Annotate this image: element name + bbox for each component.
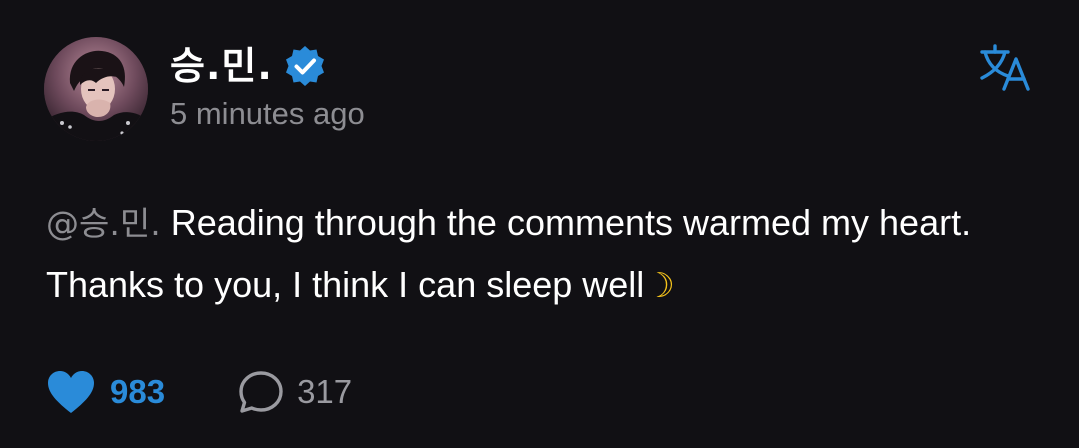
heart-icon [46, 369, 96, 415]
reply-button[interactable]: 317 [237, 368, 352, 416]
post-timestamp: 5 minutes ago [170, 96, 365, 131]
post-text: Reading through the comments warmed my h… [46, 202, 972, 305]
avatar[interactable] [44, 37, 148, 141]
like-button[interactable]: 983 [46, 369, 165, 415]
author-name[interactable]: 승.민. [170, 40, 273, 92]
avatar-image [44, 37, 148, 141]
reply-count: 317 [297, 373, 353, 410]
post-card: 승.민. 5 minutes ago @승.민. Reading through… [0, 0, 1079, 448]
like-count: 983 [110, 373, 166, 410]
author-line: 승.민. [170, 40, 327, 92]
verified-badge-icon [283, 44, 327, 88]
mention-link[interactable]: @승.민. [46, 204, 161, 243]
post-body: @승.민. Reading through the comments warme… [46, 192, 1046, 317]
post-actions: 983 317 [46, 366, 352, 418]
translate-icon[interactable] [978, 42, 1032, 92]
speech-bubble-icon [237, 368, 285, 416]
crescent-moon-icon: ☽ [644, 266, 675, 306]
